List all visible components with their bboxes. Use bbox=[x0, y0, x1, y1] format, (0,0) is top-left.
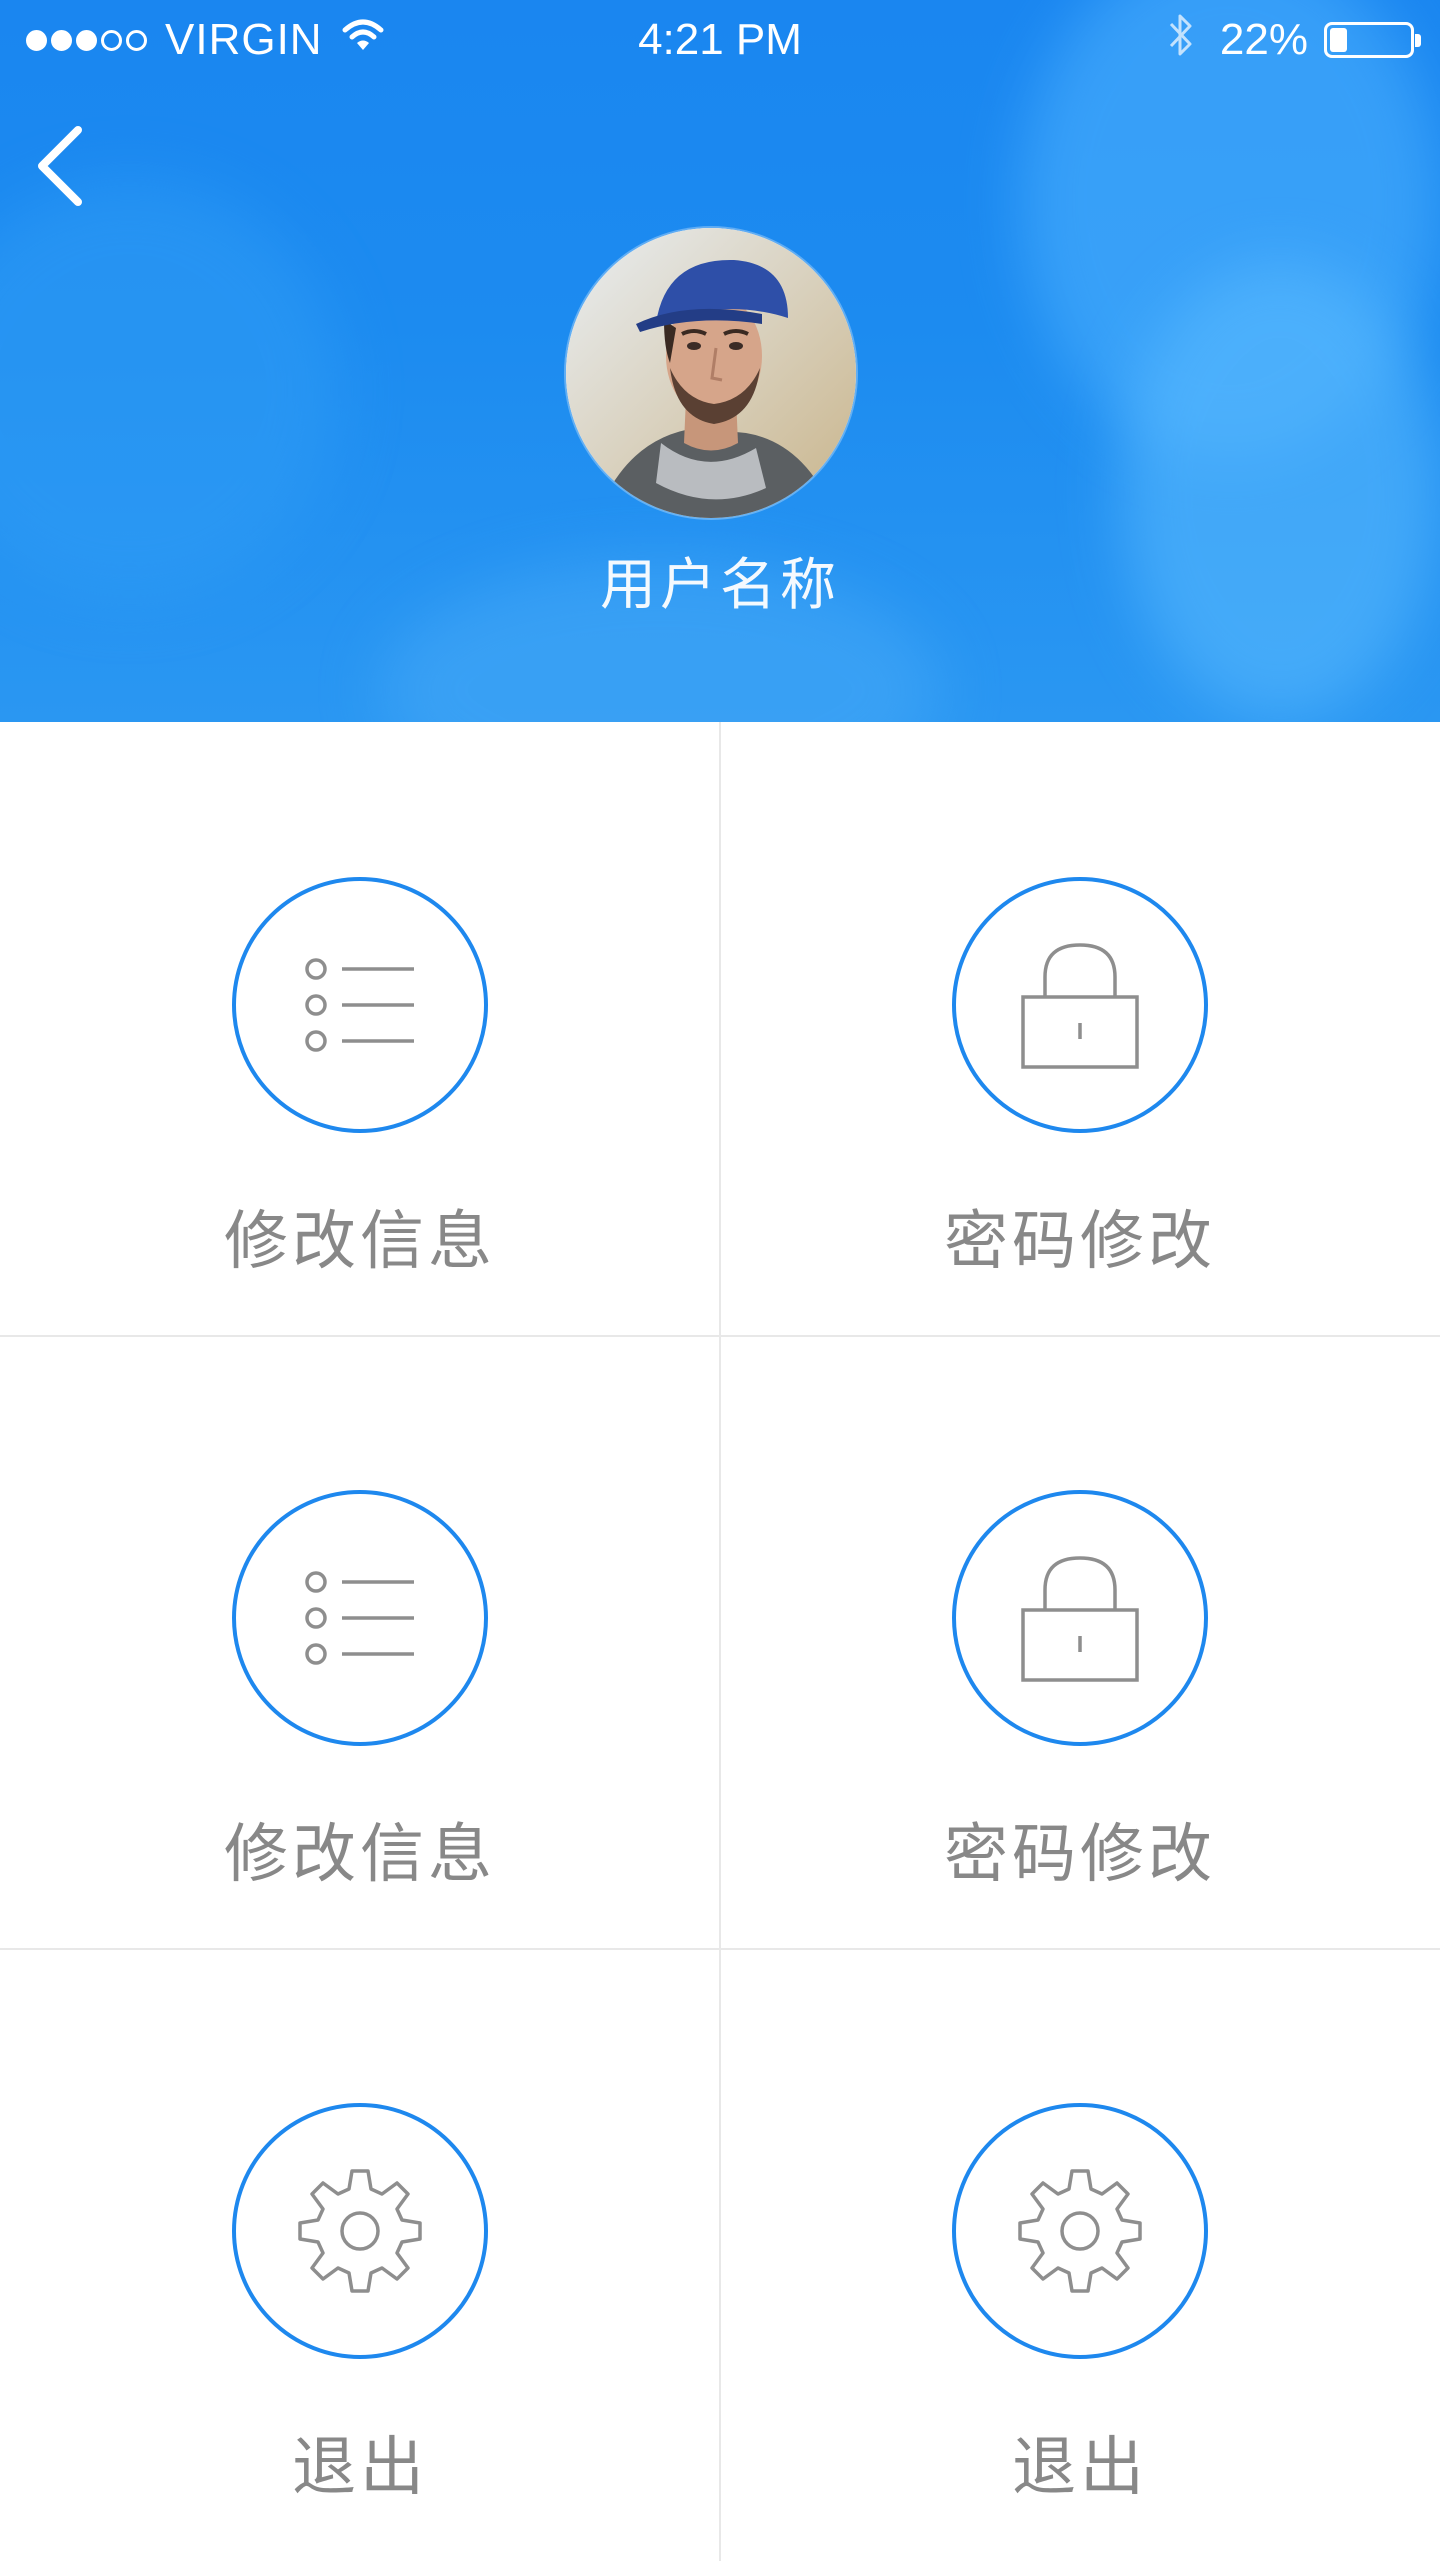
gear-icon bbox=[1018, 2169, 1142, 2293]
tile-icon-circle bbox=[952, 1490, 1208, 1746]
avatar[interactable] bbox=[566, 228, 856, 518]
profile-header: VIRGIN 4:21 PM 22% 用户名称 bbox=[0, 0, 1440, 722]
tile-change-password[interactable]: 密码修改 bbox=[720, 722, 1440, 1335]
tile-label: 修改信息 bbox=[224, 1205, 496, 1279]
tile-label: 退出 bbox=[1012, 2431, 1148, 2505]
user-name: 用户名称 bbox=[600, 553, 840, 618]
list-icon bbox=[305, 1571, 414, 1665]
background-glow bbox=[0, 180, 340, 600]
tile-label: 修改信息 bbox=[224, 1818, 496, 1892]
tile-change-password[interactable]: 密码修改 bbox=[720, 1335, 1440, 1948]
avatar-portrait bbox=[566, 228, 856, 518]
battery-icon bbox=[1324, 22, 1421, 58]
battery-nub bbox=[1415, 34, 1421, 47]
tile-icon-circle bbox=[232, 877, 488, 1133]
back-button[interactable] bbox=[28, 118, 98, 208]
lock-icon bbox=[1021, 1556, 1139, 1682]
tile-icon-circle bbox=[952, 877, 1208, 1133]
tile-edit-info[interactable]: 修改信息 bbox=[0, 722, 720, 1335]
tile-edit-info[interactable]: 修改信息 bbox=[0, 1335, 720, 1948]
status-right: 22% bbox=[1168, 12, 1421, 69]
status-bar: VIRGIN 4:21 PM 22% bbox=[0, 0, 1440, 80]
tile-icon-circle bbox=[232, 1490, 488, 1746]
tile-label: 密码修改 bbox=[944, 1818, 1216, 1892]
lock-icon bbox=[1021, 943, 1139, 1069]
list-icon bbox=[305, 958, 414, 1052]
battery-percent: 22% bbox=[1219, 15, 1308, 64]
battery-fill bbox=[1330, 28, 1347, 52]
background-glow bbox=[1120, 260, 1440, 720]
bluetooth-icon bbox=[1168, 12, 1194, 69]
action-grid: 修改信息 密码修改 修改信息 密码修改 退出 退出 bbox=[0, 722, 1440, 2561]
tile-logout[interactable]: 退出 bbox=[720, 1948, 1440, 2561]
tile-icon-circle bbox=[232, 2103, 488, 2359]
tile-label: 退出 bbox=[292, 2431, 428, 2505]
tile-logout[interactable]: 退出 bbox=[0, 1948, 720, 2561]
chevron-left-icon bbox=[38, 126, 82, 206]
gear-icon bbox=[298, 2169, 422, 2293]
tile-label: 密码修改 bbox=[944, 1205, 1216, 1279]
tile-icon-circle bbox=[952, 2103, 1208, 2359]
